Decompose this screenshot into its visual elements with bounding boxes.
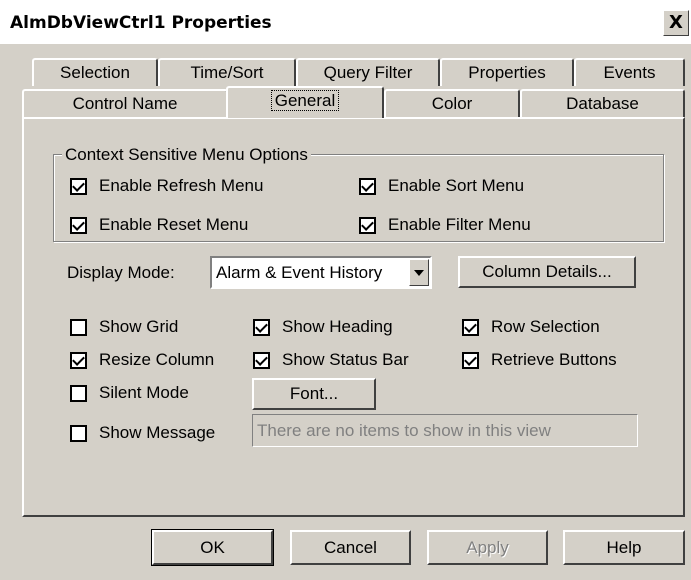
help-button[interactable]: Help bbox=[563, 530, 685, 565]
tab-label: Events bbox=[603, 63, 656, 82]
tab-query-filter[interactable]: Query Filter bbox=[296, 58, 440, 86]
context-menu-group-title: Context Sensitive Menu Options bbox=[62, 145, 311, 165]
show-status-bar-checkbox[interactable]: Show Status Bar bbox=[253, 350, 409, 370]
tab-color[interactable]: Color bbox=[384, 89, 520, 117]
tab-time-sort[interactable]: Time/Sort bbox=[158, 58, 296, 86]
tab-general[interactable]: General bbox=[226, 86, 384, 118]
enable-reset-menu-checkbox[interactable]: Enable Reset Menu bbox=[70, 215, 248, 235]
checkbox-label: Show Grid bbox=[99, 317, 179, 336]
tab-label: Control Name bbox=[72, 94, 178, 113]
tab-label: Query Filter bbox=[323, 63, 413, 82]
window-title: AlmDbViewCtrl1 Properties bbox=[10, 13, 272, 33]
checkbox-checked-icon bbox=[70, 216, 87, 234]
column-details-button[interactable]: Column Details... bbox=[458, 256, 636, 288]
checkbox-label: Enable Refresh Menu bbox=[99, 176, 264, 195]
font-button[interactable]: Font... bbox=[252, 378, 376, 410]
tab-database[interactable]: Database bbox=[520, 89, 685, 117]
tab-control-name[interactable]: Control Name bbox=[22, 89, 228, 117]
checkbox-label: Retrieve Buttons bbox=[491, 350, 617, 369]
checkbox-unchecked-icon bbox=[70, 318, 87, 336]
properties-dialog: AlmDbViewCtrl1 Properties X Selection Ti… bbox=[0, 0, 691, 580]
show-heading-checkbox[interactable]: Show Heading bbox=[253, 317, 393, 337]
tab-label: General bbox=[270, 90, 340, 111]
checkbox-label: Enable Reset Menu bbox=[99, 215, 249, 234]
tab-label: Selection bbox=[60, 63, 130, 82]
checkbox-label: Row Selection bbox=[491, 317, 600, 336]
close-button[interactable]: X bbox=[663, 10, 689, 36]
display-mode-label: Display Mode: bbox=[67, 263, 175, 282]
show-grid-checkbox[interactable]: Show Grid bbox=[70, 317, 178, 337]
apply-button[interactable]: Apply bbox=[427, 530, 548, 565]
chevron-down-icon[interactable] bbox=[409, 259, 429, 286]
display-mode-value: Alarm & Event History bbox=[216, 263, 383, 282]
enable-refresh-menu-checkbox[interactable]: Enable Refresh Menu bbox=[70, 176, 263, 196]
checkbox-label: Enable Sort Menu bbox=[388, 176, 525, 195]
font-button-label: Font... bbox=[289, 384, 339, 403]
enable-sort-menu-checkbox[interactable]: Enable Sort Menu bbox=[359, 176, 524, 196]
ok-button-label: OK bbox=[200, 538, 225, 557]
tab-label: Time/Sort bbox=[190, 63, 264, 82]
resize-column-checkbox[interactable]: Resize Column bbox=[70, 350, 214, 370]
checkbox-label: Resize Column bbox=[99, 350, 215, 369]
checkbox-label: Show Heading bbox=[282, 317, 393, 336]
checkbox-checked-icon bbox=[70, 177, 87, 195]
tab-selection[interactable]: Selection bbox=[32, 58, 158, 86]
help-button-label: Help bbox=[606, 538, 642, 557]
checkbox-checked-icon bbox=[70, 351, 87, 369]
checkbox-checked-icon bbox=[462, 318, 479, 336]
ok-button[interactable]: OK bbox=[151, 529, 274, 566]
title-bar: AlmDbViewCtrl1 Properties X bbox=[0, 0, 691, 44]
checkbox-label: Silent Mode bbox=[99, 383, 189, 402]
checkbox-checked-icon bbox=[253, 318, 270, 336]
row-selection-checkbox[interactable]: Row Selection bbox=[462, 317, 600, 337]
checkbox-label: Show Message bbox=[99, 423, 216, 442]
tab-label: Color bbox=[431, 94, 473, 113]
cancel-button-label: Cancel bbox=[324, 538, 377, 557]
message-text: There are no items to show in this view bbox=[257, 421, 551, 440]
checkbox-checked-icon bbox=[359, 216, 376, 234]
show-message-checkbox[interactable]: Show Message bbox=[70, 423, 215, 443]
checkbox-checked-icon bbox=[253, 351, 270, 369]
tab-label: Database bbox=[566, 94, 639, 113]
cancel-button[interactable]: Cancel bbox=[290, 530, 411, 565]
tab-properties[interactable]: Properties bbox=[440, 58, 574, 86]
checkbox-unchecked-icon bbox=[70, 424, 87, 442]
apply-button-label: Apply bbox=[466, 538, 509, 557]
retrieve-buttons-checkbox[interactable]: Retrieve Buttons bbox=[462, 350, 617, 370]
display-mode-select[interactable]: Alarm & Event History bbox=[210, 256, 432, 289]
checkbox-label: Show Status Bar bbox=[282, 350, 409, 369]
silent-mode-checkbox[interactable]: Silent Mode bbox=[70, 383, 189, 403]
checkbox-label: Enable Filter Menu bbox=[388, 215, 531, 234]
checkbox-checked-icon bbox=[462, 351, 479, 369]
close-icon: X bbox=[669, 12, 683, 33]
column-details-label: Column Details... bbox=[482, 262, 612, 281]
checkbox-unchecked-icon bbox=[70, 384, 87, 402]
message-text-field[interactable]: There are no items to show in this view bbox=[252, 414, 638, 447]
tab-label: Properties bbox=[468, 63, 546, 82]
enable-filter-menu-checkbox[interactable]: Enable Filter Menu bbox=[359, 215, 531, 235]
tab-events[interactable]: Events bbox=[574, 58, 685, 86]
checkbox-checked-icon bbox=[359, 177, 376, 195]
